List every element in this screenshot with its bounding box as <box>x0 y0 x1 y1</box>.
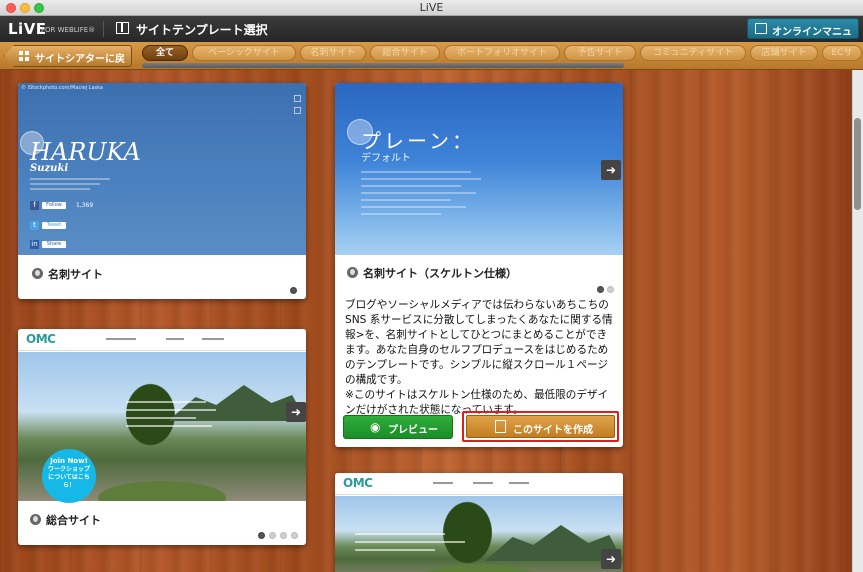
category-scrollbar[interactable] <box>142 63 624 68</box>
category-tab-basic[interactable]: ベーシックサイト <box>192 45 296 61</box>
text-placeholder <box>30 178 110 180</box>
create-site-button[interactable]: このサイトを作成 <box>466 415 615 438</box>
template-label: 総合サイト <box>46 514 101 527</box>
preview-label: プレビュー <box>388 425 438 436</box>
thumbnail-nav <box>473 482 493 484</box>
thumbnail-subheading: デフォルト <box>361 153 411 164</box>
template-description: ブログやソーシャルメディアでは伝わらないあちこちのSNS 系サービスに分散してし… <box>345 299 613 417</box>
create-site-highlight: このサイトを作成 <box>462 411 619 442</box>
share-button: Share <box>42 241 66 248</box>
globe-icon <box>30 514 41 525</box>
carousel-dot[interactable] <box>269 532 276 539</box>
category-tab-ec[interactable]: ECサ <box>822 45 862 61</box>
page-title: サイトテンプレート選択 <box>136 23 268 37</box>
category-tab-general[interactable]: 総合サイト <box>370 45 440 61</box>
template-card-meishi[interactable]: © iStockphoto.com/Maciej Laska HARUKA Su… <box>18 83 306 299</box>
text-placeholder <box>361 185 461 187</box>
text-placeholder <box>30 188 90 190</box>
preview-button[interactable]: ◉ プレビュー <box>343 415 453 439</box>
template-icon <box>116 22 129 34</box>
text-placeholder <box>361 178 481 180</box>
window-title: LiVE <box>419 1 444 14</box>
facebook-icon: f <box>30 201 39 210</box>
template-thumbnail: OMC Join Now! ワークショップについてはこちら！ ➜ <box>18 329 306 503</box>
text-placeholder <box>361 192 476 194</box>
next-arrow-icon[interactable]: ➜ <box>286 402 306 422</box>
thumbnail-header <box>335 473 623 495</box>
category-tab-card[interactable]: 名刺サイト <box>300 45 366 61</box>
tweet-button: Tweet <box>42 222 66 229</box>
carousel-dot[interactable] <box>258 532 265 539</box>
facebook-follow-button: Follow <box>42 202 66 209</box>
carousel-dot[interactable] <box>291 532 298 539</box>
profile-surname: Suzuki <box>30 163 69 174</box>
join-now-text: ワークショップについてはこちら！ <box>48 466 91 489</box>
thumbnail-nav-icon <box>294 107 301 114</box>
text-placeholder <box>355 533 445 535</box>
app-toolbar: LiVE FOR WEBLIFE® サイトテンプレート選択 オンラインマニュアル <box>0 16 863 53</box>
toolbar-divider <box>103 21 104 37</box>
document-icon <box>495 420 506 433</box>
thumbnail-header <box>18 329 306 351</box>
back-to-theater-button[interactable]: サイトシアターに戻る <box>4 45 132 67</box>
thumbnail-nav <box>166 338 184 340</box>
twitter-icon: t <box>30 221 39 230</box>
category-tab-community[interactable]: コミュニティサイト <box>640 45 746 61</box>
carousel-dot[interactable] <box>290 287 297 294</box>
template-thumbnail: © iStockphoto.com/Maciej Laska HARUKA Su… <box>18 83 306 255</box>
app-logo-subtitle: FOR WEBLIFE® <box>41 26 96 34</box>
join-now-badge: Join Now! ワークショップについてはこちら！ <box>42 449 96 503</box>
text-placeholder <box>361 171 471 173</box>
carousel-dot[interactable] <box>607 286 614 293</box>
category-tab-teaser[interactable]: 予告サイト <box>564 45 636 61</box>
thumbnail-nav <box>106 338 136 340</box>
next-arrow-icon[interactable]: ➜ <box>601 160 621 180</box>
carousel-dot[interactable] <box>597 286 604 293</box>
template-card-plain[interactable]: プレーン： デフォルト ➜ 名刺サイト（スケルトン仕様） ブログやソーシャルメデ… <box>335 83 623 447</box>
thumbnail-nav-icon <box>294 95 301 102</box>
text-placeholder <box>126 425 212 427</box>
text-placeholder <box>355 549 435 551</box>
create-site-label: このサイトを作成 <box>513 425 593 436</box>
next-arrow-icon[interactable]: ➜ <box>601 549 621 569</box>
thumbnail-nav <box>509 482 529 484</box>
grid-icon <box>19 51 30 62</box>
globe-icon <box>347 267 358 278</box>
text-placeholder <box>361 206 466 208</box>
online-manual-button[interactable]: オンラインマニュアル <box>747 18 859 53</box>
text-placeholder <box>30 183 100 185</box>
eye-icon: ◉ <box>370 420 381 434</box>
photo-credit: © iStockphoto.com/Maciej Laska <box>21 85 103 91</box>
category-tab-portfolio[interactable]: ポートフォリオサイト <box>444 45 560 61</box>
linkedin-icon: in <box>30 240 39 249</box>
template-card-general-2[interactable]: OMC ➜ <box>335 473 623 572</box>
window-titlebar: LiVE <box>0 0 863 16</box>
category-tab-shop[interactable]: 店舗サイト <box>750 45 818 61</box>
text-placeholder <box>126 401 206 403</box>
category-tab-all[interactable]: 全て <box>142 45 188 61</box>
follower-count: 1,369 <box>76 202 94 209</box>
text-placeholder <box>126 409 216 411</box>
text-placeholder <box>361 213 441 215</box>
template-thumbnail: OMC ➜ <box>335 473 623 572</box>
text-placeholder <box>361 199 451 201</box>
category-bar: サイトシアターに戻る 全て ベーシックサイト 名刺サイト 総合サイト ポートフォ… <box>0 42 863 70</box>
profile-name: HARUKA <box>30 138 141 166</box>
join-now-title: Join Now! <box>50 457 88 465</box>
omc-logo: OMC <box>26 332 56 346</box>
vertical-scrollbar-thumb[interactable] <box>854 118 861 210</box>
book-icon <box>755 23 767 34</box>
template-thumbnail: プレーン： デフォルト ➜ <box>335 83 623 255</box>
thumbnail-nav <box>202 338 224 340</box>
omc-logo: OMC <box>343 476 373 490</box>
globe-icon <box>32 268 43 279</box>
carousel-dot[interactable] <box>280 532 287 539</box>
thumbnail-nav <box>433 482 453 484</box>
template-label: 名刺サイト（スケルトン仕様） <box>363 267 517 280</box>
text-placeholder <box>355 541 465 543</box>
template-card-general[interactable]: OMC Join Now! ワークショップについてはこちら！ ➜ 総合サイト <box>18 329 306 545</box>
text-placeholder <box>126 417 196 419</box>
template-label: 名刺サイト <box>48 268 103 281</box>
